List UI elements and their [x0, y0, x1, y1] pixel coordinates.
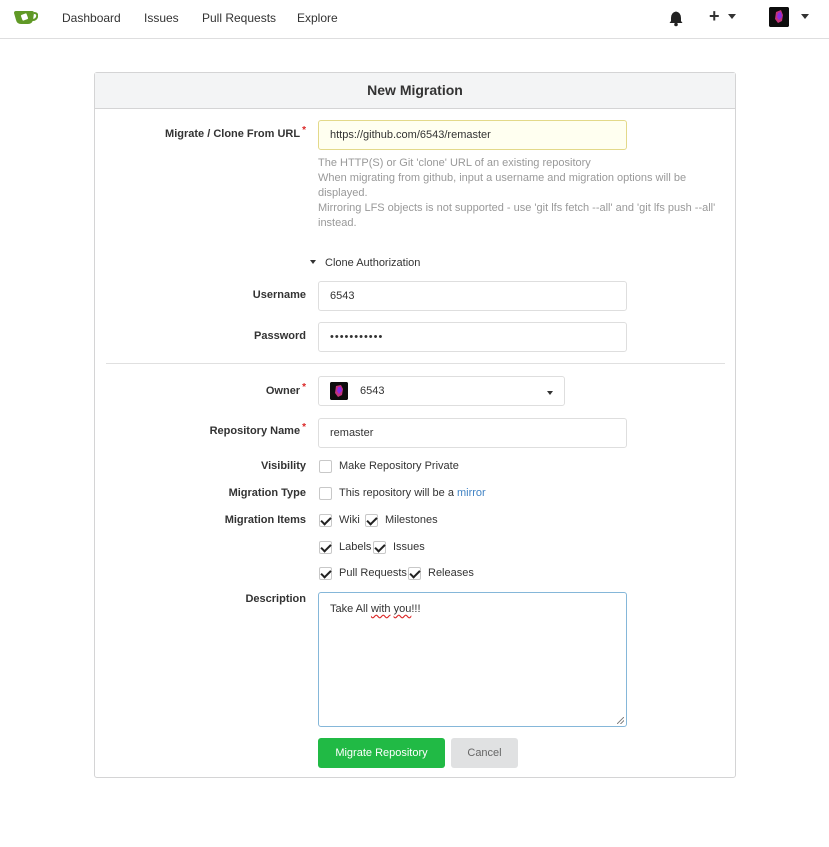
migrate-repository-button[interactable]: Migrate Repository [318, 738, 445, 768]
help-line-1: The HTTP(S) or Git 'clone' URL of an exi… [318, 157, 591, 169]
repo-name-input[interactable]: remaster [318, 418, 627, 448]
clone-url-input[interactable]: https://github.com/6543/remaster [318, 120, 627, 150]
top-navbar: Dashboard Issues Pull Requests Explore + [0, 0, 829, 39]
description-word-with: with [370, 603, 391, 615]
migration-type-label: Migration Type [228, 487, 306, 499]
help-line-3: Mirroring LFS objects is not supported -… [318, 202, 716, 229]
clone-url-label: Migrate / Clone From URL * [165, 125, 306, 140]
mirror-option-label: This repository will be a mirror [339, 487, 486, 499]
labels-checkbox[interactable] [319, 541, 332, 554]
new-migration-form: New Migration Migrate / Clone From URL * … [94, 72, 736, 778]
gitea-logo-icon[interactable] [12, 8, 38, 28]
description-text-suffix: !!! [411, 603, 421, 615]
clone-authorization-toggle[interactable]: Clone Authorization [310, 257, 420, 269]
username-input[interactable]: 6543 [318, 281, 627, 311]
labels-label: Labels [339, 541, 372, 553]
resize-handle-icon[interactable] [617, 717, 624, 724]
repo-name-label: Repository Name * [209, 422, 306, 437]
help-line-2: When migrating from github, input a user… [318, 172, 687, 199]
nav-explore[interactable]: Explore [297, 11, 338, 25]
password-label: Password [254, 330, 306, 342]
owner-dropdown[interactable]: 6543 [318, 376, 565, 406]
owner-avatar-image-icon [330, 382, 348, 400]
migration-items-label: Migration Items [224, 514, 306, 526]
cancel-button[interactable]: Cancel [451, 738, 518, 768]
description-word-you: you [393, 603, 412, 615]
divider [106, 363, 725, 364]
owner-label: Owner * [265, 382, 306, 397]
clone-url-help: The HTTP(S) or Git 'clone' URL of an exi… [318, 156, 728, 231]
avatar-image-icon [769, 7, 789, 27]
nav-pull-requests[interactable]: Pull Requests [202, 11, 276, 25]
dropdown-caret-icon [547, 391, 553, 395]
mirror-checkbox[interactable] [319, 487, 332, 500]
clone-authorization-label: Clone Authorization [325, 257, 421, 269]
releases-checkbox[interactable] [408, 567, 421, 580]
make-private-label: Make Repository Private [339, 460, 459, 472]
plus-icon[interactable]: + [709, 6, 720, 27]
description-label: Description [245, 593, 306, 605]
user-avatar[interactable] [769, 7, 789, 27]
visibility-label: Visibility [260, 460, 306, 472]
user-menu-caret-icon[interactable] [801, 14, 809, 19]
description-text-prefix: Take All [330, 603, 371, 615]
issues-label: Issues [393, 541, 425, 553]
triangle-down-icon [310, 260, 316, 265]
make-private-checkbox[interactable] [319, 460, 332, 473]
owner-avatar [330, 382, 348, 400]
bell-icon[interactable] [668, 9, 684, 27]
milestones-label: Milestones [385, 514, 438, 526]
wiki-label: Wiki [339, 514, 360, 526]
username-label: Username [252, 289, 306, 301]
nav-issues[interactable]: Issues [144, 11, 179, 25]
nav-dashboard[interactable]: Dashboard [62, 11, 121, 25]
mirror-link[interactable]: mirror [457, 487, 486, 499]
pull-requests-label: Pull Requests [339, 567, 407, 579]
password-input[interactable]: ••••••••••• [318, 322, 627, 352]
pull-requests-checkbox[interactable] [319, 567, 332, 580]
milestones-checkbox[interactable] [365, 514, 378, 527]
owner-value: 6543 [360, 385, 385, 397]
description-textarea[interactable]: Take All with you!!! [318, 592, 627, 727]
create-menu-caret-icon[interactable] [728, 14, 736, 19]
issues-checkbox[interactable] [373, 541, 386, 554]
form-title: New Migration [95, 73, 735, 109]
wiki-checkbox[interactable] [319, 514, 332, 527]
releases-label: Releases [428, 567, 474, 579]
